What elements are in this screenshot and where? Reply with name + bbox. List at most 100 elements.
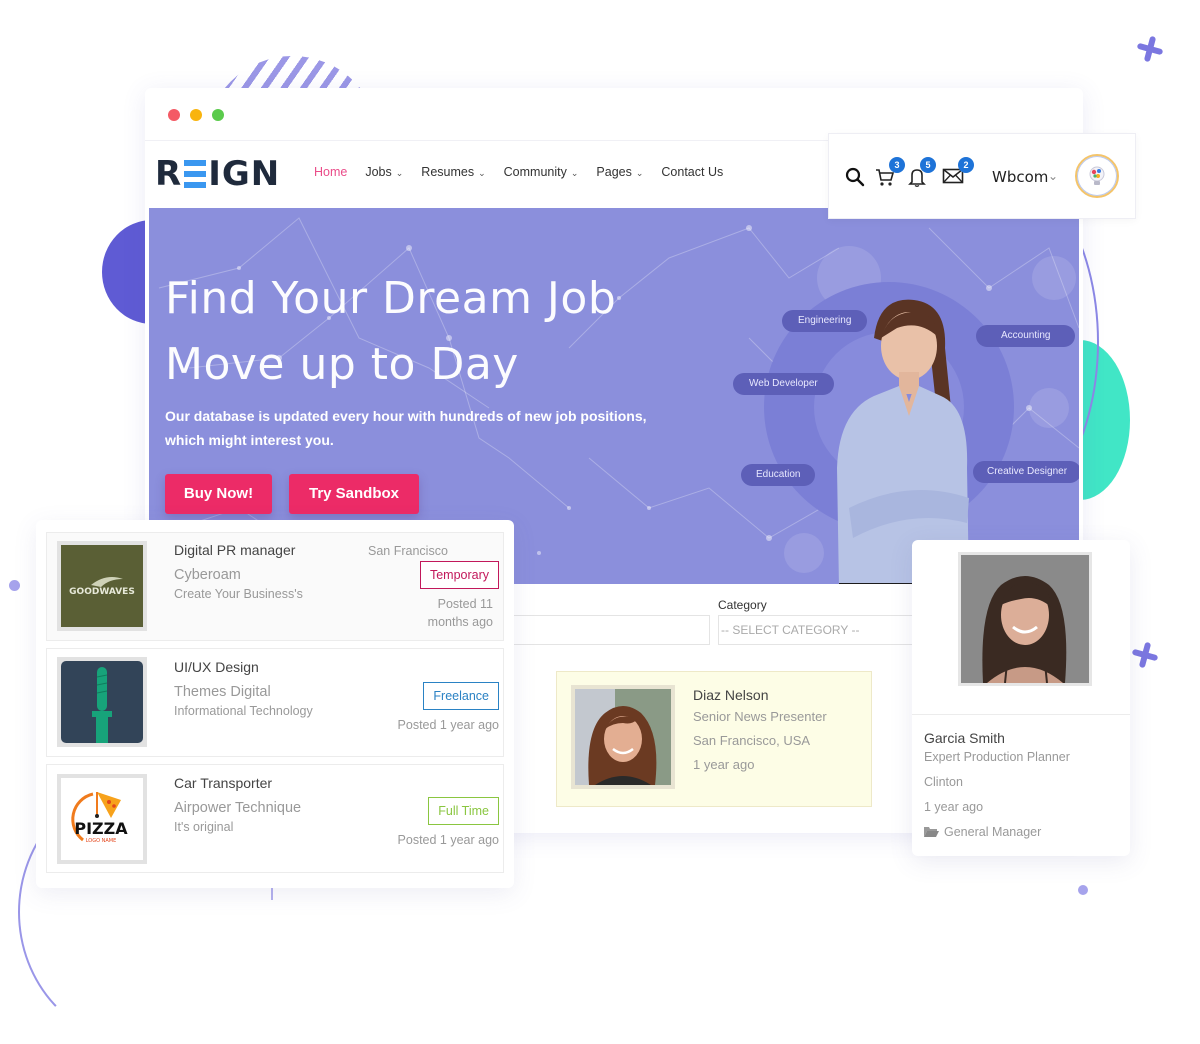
buy-now-button[interactable]: Buy Now!: [165, 474, 272, 514]
job-tagline: Informational Technology: [174, 704, 313, 718]
logo-text: GOODWAVES: [69, 587, 135, 597]
job-list-panel: GOODWAVES Digital PR manager Cyberoam Cr…: [36, 520, 514, 888]
resume-title: Senior News Presenter: [693, 709, 827, 724]
logo-letter: I: [208, 154, 222, 194]
logo-e-bars: [184, 160, 207, 188]
person-photo: [961, 555, 1089, 683]
resume-location: San Francisco, USA: [693, 733, 811, 748]
job-type-badge: Temporary: [419, 561, 499, 589]
try-sandbox-button[interactable]: Try Sandbox: [289, 474, 419, 514]
category-pill-engineering[interactable]: Engineering: [782, 310, 868, 332]
posted-line: months ago: [427, 615, 493, 629]
job-posted: Posted 1 year ago: [398, 831, 499, 849]
goodwaves-logo: GOODWAVES: [69, 577, 135, 597]
job-tagline: Create Your Business's: [174, 587, 303, 601]
close-window-button[interactable]: [168, 109, 180, 121]
divider: [912, 714, 1130, 715]
nav-contact-us[interactable]: Contact Us: [661, 165, 723, 179]
chevron-down-icon[interactable]: ⌄: [1048, 169, 1058, 183]
posted-line: Posted 11: [437, 597, 493, 611]
candidate-name[interactable]: Garcia Smith: [924, 730, 1070, 746]
search-icon[interactable]: [845, 167, 865, 192]
maximize-window-button[interactable]: [212, 109, 224, 121]
decorative-dot: [1078, 885, 1088, 895]
category-pill-education[interactable]: Education: [741, 464, 816, 486]
logo-letter: R: [155, 154, 183, 194]
hero-title-line: Move up to Day: [165, 339, 519, 390]
logo-letter: N: [250, 154, 281, 194]
nav-community[interactable]: Community ⌄: [504, 165, 579, 179]
company-logo: [57, 657, 147, 747]
candidate-info: Garcia Smith Expert Production Planner C…: [924, 730, 1070, 852]
nav-pages[interactable]: Pages ⌄: [596, 165, 643, 179]
candidate-category: General Manager: [924, 825, 1070, 841]
category-select[interactable]: -- SELECT CATEGORY --: [718, 615, 922, 645]
notification-count-badge: 5: [920, 157, 936, 173]
nav-label: Home: [314, 165, 348, 179]
job-title[interactable]: UI/UX Design: [174, 659, 259, 675]
pen-logo: [92, 667, 112, 743]
category-pill-accounting[interactable]: Accounting: [976, 325, 1076, 347]
job-listing[interactable]: GOODWAVES Digital PR manager Cyberoam Cr…: [46, 532, 504, 641]
nav-jobs[interactable]: Jobs ⌄: [365, 165, 403, 179]
hero-title-line: Find Your Dream Job: [165, 273, 617, 324]
hero-subtitle: Our database is updated every hour with …: [165, 408, 647, 448]
decorative-plus-icon: [1137, 36, 1163, 62]
job-company: Themes Digital: [174, 684, 271, 700]
job-listing[interactable]: UI/UX Design Themes Digital Informationa…: [46, 648, 504, 757]
chevron-down-icon: ⌄: [635, 168, 644, 178]
resume-photo: [571, 685, 675, 789]
decorative-plus-icon: [1132, 642, 1158, 668]
job-location: San Francisco: [368, 544, 448, 558]
nav-home[interactable]: Home: [314, 165, 347, 179]
chevron-down-icon: ⌄: [478, 168, 486, 178]
logo-letter: G: [221, 154, 251, 194]
job-posted: Posted 1 year ago: [398, 716, 499, 734]
message-count-badge: 2: [958, 157, 974, 173]
nav-label: Contact Us: [661, 165, 724, 179]
company-logo: GOODWAVES: [57, 541, 147, 631]
person-photo: [575, 689, 671, 785]
notifications-button[interactable]: 5: [908, 157, 936, 192]
nav-resumes[interactable]: Resumes ⌄: [421, 165, 485, 179]
site-logo[interactable]: R IGN: [155, 154, 280, 194]
resume-info: Diaz Nelson Senior News Presenter San Fr…: [693, 687, 827, 781]
job-company: Airpower Technique: [174, 800, 302, 816]
username-label[interactable]: Wbcom: [992, 168, 1048, 186]
category-pill-web-developer[interactable]: Web Developer: [733, 373, 834, 395]
company-logo: PIZZA LOGO NAME: [57, 774, 147, 864]
resume-name[interactable]: Diaz Nelson: [693, 687, 827, 703]
lightbulb-avatar-icon: [1089, 166, 1105, 185]
nav-label: Resumes: [421, 165, 475, 179]
job-title[interactable]: Digital PR manager: [174, 542, 295, 558]
job-title[interactable]: Car Transporter: [174, 775, 272, 791]
chevron-down-icon: ⌄: [570, 168, 579, 178]
logo-text: PIZZA: [74, 819, 128, 838]
job-type-badge: Freelance: [423, 682, 499, 710]
cart-button[interactable]: 3: [875, 157, 905, 192]
main-nav: Home Jobs ⌄ Resumes ⌄ Community ⌄ Pages ⌄ Co…: [314, 165, 741, 179]
resume-card[interactable]: Diaz Nelson Senior News Presenter San Fr…: [556, 671, 872, 807]
user-avatar[interactable]: [1075, 154, 1119, 198]
messages-button[interactable]: 2: [942, 157, 974, 190]
logo-subtext: LOGO NAME: [86, 838, 117, 844]
decorative-dot: [9, 580, 20, 591]
job-tagline: It's original: [174, 820, 234, 834]
category-pill-creative-designer[interactable]: Creative Designer: [973, 461, 1079, 483]
keyword-input[interactable]: [505, 615, 710, 645]
candidate-photo: [958, 552, 1092, 686]
job-listing[interactable]: PIZZA LOGO NAME Car Transporter Airpower…: [46, 764, 504, 873]
candidate-card[interactable]: Garcia Smith Expert Production Planner C…: [912, 540, 1130, 856]
hero-title: Find Your Dream Job Move up to Day: [165, 266, 616, 398]
job-company: Cyberoam: [174, 567, 241, 583]
category-label: Category: [718, 598, 767, 612]
chevron-down-icon: ⌄: [395, 168, 404, 178]
resume-time: 1 year ago: [693, 757, 755, 772]
folder-icon: [924, 826, 939, 841]
user-toolbar: 3 5 2 Wbcom ⌄: [828, 133, 1136, 219]
minimize-window-button[interactable]: [190, 109, 202, 121]
job-type-badge: Full Time: [428, 797, 499, 825]
nav-label: Jobs: [365, 165, 392, 179]
candidate-time: 1 year ago: [924, 800, 984, 814]
nav-label: Community: [503, 165, 567, 179]
